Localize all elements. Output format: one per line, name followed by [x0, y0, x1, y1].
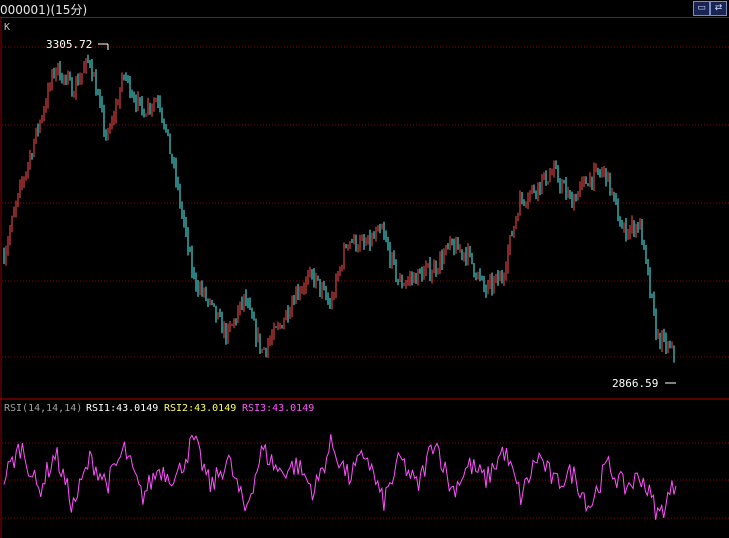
restore-window-icon[interactable]: ▭ [693, 1, 710, 16]
swap-window-icon[interactable]: ⇄ [710, 1, 727, 16]
rsi1-value: RSI1:43.0149 [86, 403, 158, 414]
rsi2-value: RSI2:43.0149 [164, 403, 236, 414]
stock-chart: K 3305.72 2866.59 RSI(14,14,14) RSI1:43.… [0, 18, 729, 538]
chart-background [0, 18, 729, 538]
low-annotation: 2866.59 [612, 377, 658, 390]
main-panel-label: K [4, 22, 10, 33]
rsi3-value: RSI3:43.0149 [242, 403, 314, 414]
rsi-indicator-name: RSI(14,14,14) [4, 403, 82, 414]
title-bar: 000001)(15分) ▭ ⇄ [0, 0, 729, 18]
high-annotation: 3305.72 [46, 38, 92, 51]
chart-title: 000001)(15分) [0, 3, 88, 17]
